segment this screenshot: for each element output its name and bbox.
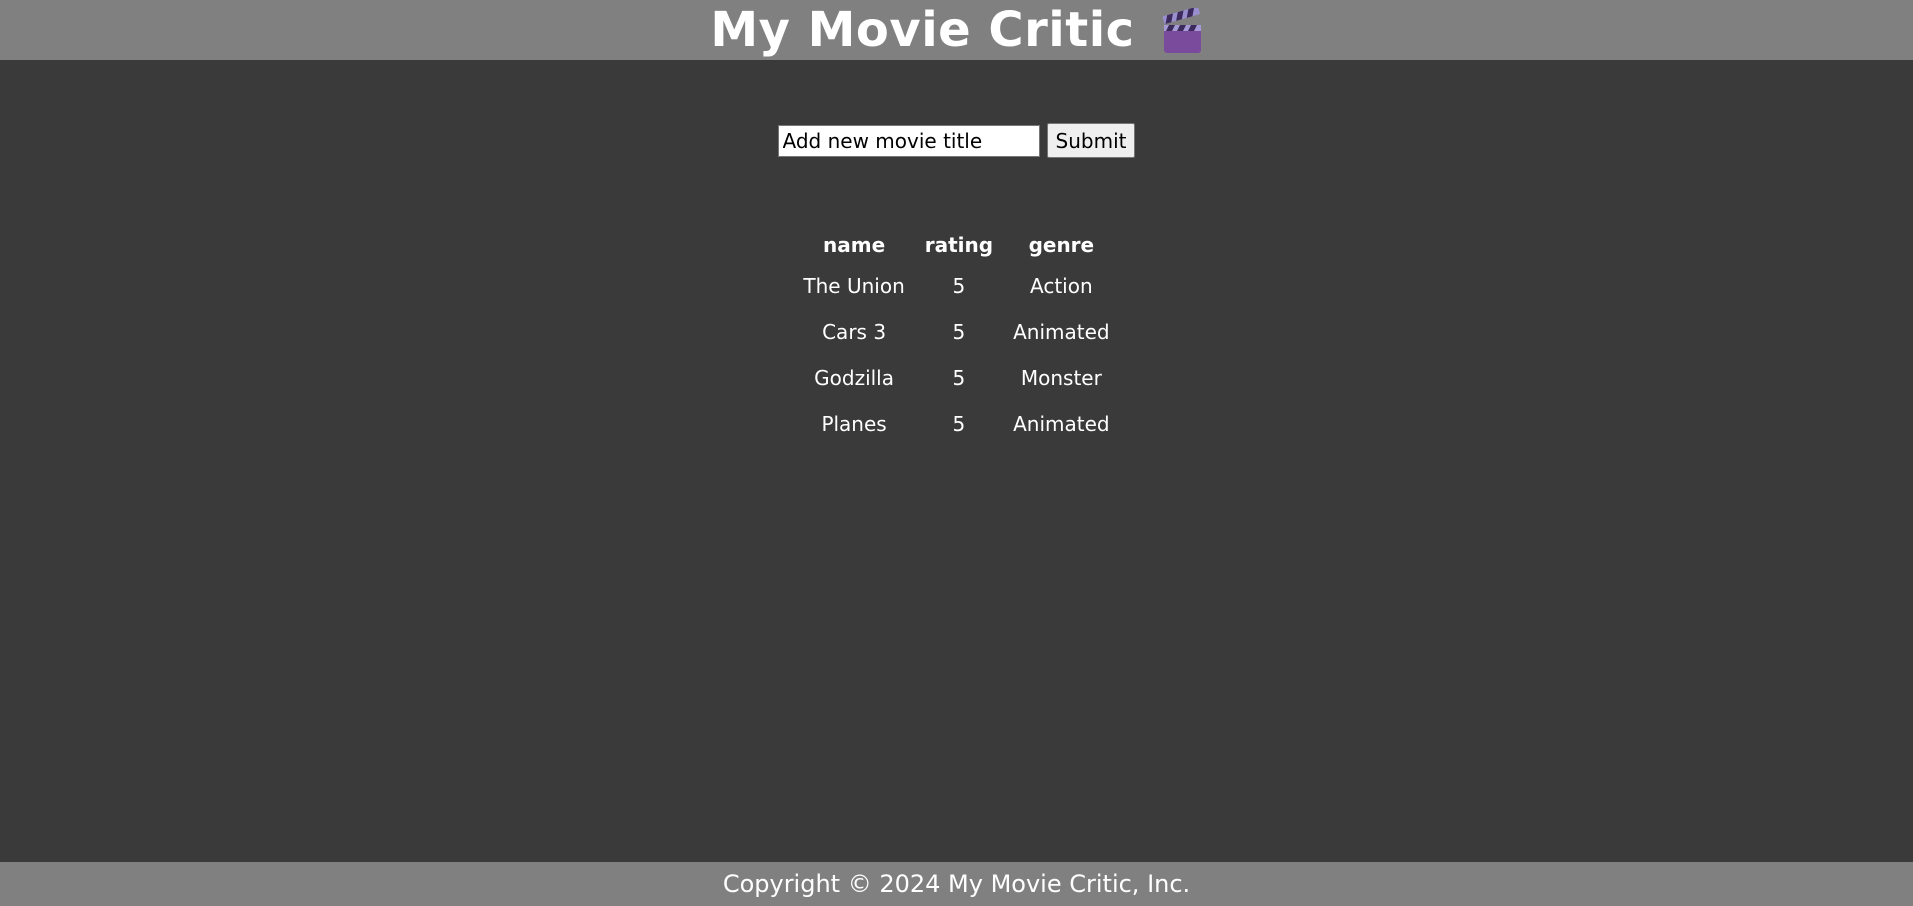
movie-genre-cell: Animated (1013, 412, 1110, 436)
page-title: My Movie Critic (710, 2, 1135, 58)
table-row: Cars 3 5 Animated (793, 309, 1119, 355)
submit-button[interactable]: Submit (1046, 123, 1136, 158)
table-row: Planes 5 Animated (793, 401, 1119, 447)
column-header-genre: genre (1028, 232, 1095, 257)
site-footer: Copyright © 2024 My Movie Critic, Inc. (0, 862, 1913, 906)
copyright-text: Copyright © 2024 My Movie Critic, Inc. (722, 870, 1191, 898)
movie-name-cell: Godzilla (814, 366, 894, 390)
movie-title-input[interactable] (777, 124, 1040, 157)
movie-name-cell: Planes (821, 412, 887, 436)
table-row: The Union 5 Action (793, 263, 1119, 309)
movie-table: name rating genre The Union 5 Action Car… (793, 226, 1119, 447)
movie-rating-cell: 5 (952, 412, 966, 436)
table-row: Godzilla 5 Monster (793, 355, 1119, 401)
add-movie-form: Submit (0, 123, 1913, 158)
table-header-row: name rating genre (793, 226, 1119, 263)
movie-name-cell: The Union (803, 274, 905, 298)
movie-table-container: name rating genre The Union 5 Action Car… (0, 226, 1913, 447)
movie-name-cell: Cars 3 (822, 320, 887, 344)
movie-rating-cell: 5 (952, 366, 966, 390)
clapperboard-icon (1161, 6, 1203, 54)
site-header: My Movie Critic (0, 0, 1913, 60)
column-header-name: name (823, 232, 886, 257)
column-header-rating: rating (924, 232, 994, 257)
movie-rating-cell: 5 (952, 320, 966, 344)
movie-genre-cell: Monster (1020, 366, 1102, 390)
movie-rating-cell: 5 (952, 274, 966, 298)
movie-genre-cell: Action (1030, 274, 1093, 298)
movie-genre-cell: Animated (1013, 320, 1110, 344)
